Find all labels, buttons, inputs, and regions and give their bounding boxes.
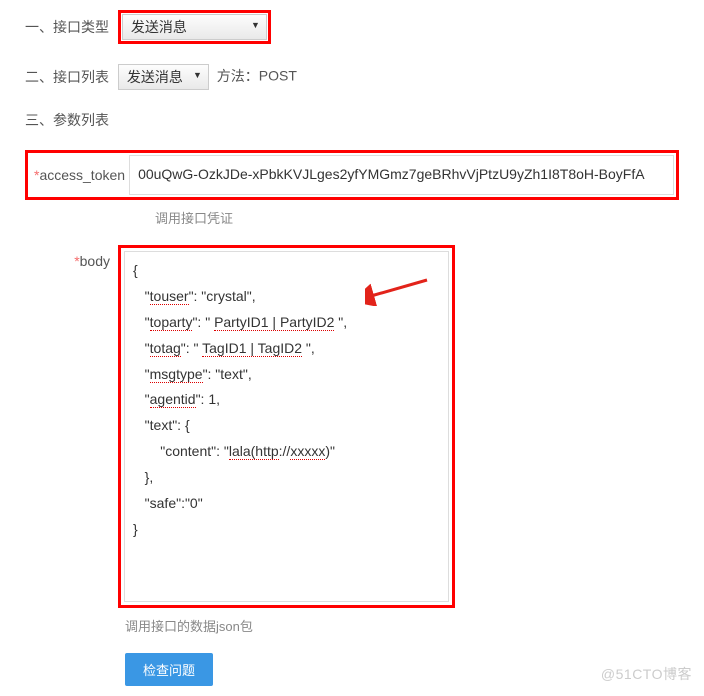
access-token-hint: 调用接口凭证 xyxy=(155,208,679,227)
method-value: POST xyxy=(259,68,297,84)
interface-list-select[interactable]: 发送消息 xyxy=(118,64,209,90)
interface-type-select[interactable]: 发送消息 xyxy=(122,14,267,40)
access-token-field[interactable]: 00uQwG-OzkJDe-xPbkKVJLges2yfYMGmz7geBRhv… xyxy=(129,155,674,195)
section2-label: 二、接口列表 xyxy=(25,67,109,87)
access-token-label: *access_token xyxy=(30,155,129,195)
watermark: @51CTO博客 xyxy=(601,664,692,684)
section1-highlight: 发送消息 xyxy=(118,10,271,44)
arrow-icon xyxy=(365,276,435,306)
body-textarea[interactable]: { "touser": "crystal", "toparty": " Part… xyxy=(124,251,449,602)
section3-label: 三、参数列表 xyxy=(25,110,109,130)
check-button[interactable]: 检查问题 xyxy=(125,653,213,686)
method-label: 方法： xyxy=(217,68,259,84)
access-token-highlight: *access_token 00uQwG-OzkJDe-xPbkKVJLges2… xyxy=(25,150,679,200)
body-label: *body xyxy=(25,245,110,269)
body-highlight: { "touser": "crystal", "toparty": " Part… xyxy=(118,245,455,608)
section1-label: 一、接口类型 xyxy=(25,17,109,37)
body-hint: 调用接口的数据json包 xyxy=(125,616,679,635)
